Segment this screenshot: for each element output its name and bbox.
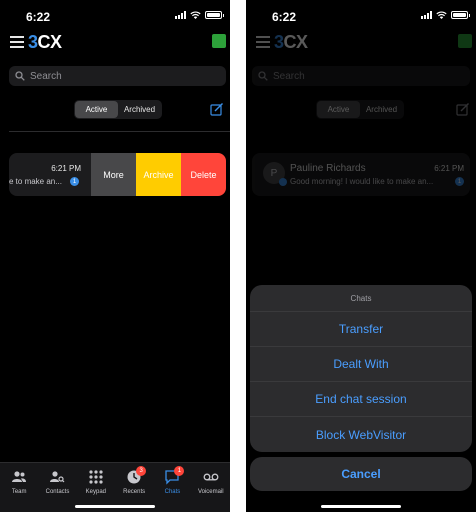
webvisitor-badge-icon <box>279 178 287 186</box>
search-bar[interactable] <box>9 66 226 86</box>
swiped-chat-row[interactable]: 6:21 PM e to make an... 1 More Archive D… <box>9 153 226 196</box>
logo-three: 3 <box>274 32 284 52</box>
tab-label: Keypad <box>85 489 106 495</box>
compose-icon[interactable] <box>456 102 470 116</box>
presence-status[interactable] <box>458 34 472 48</box>
home-indicator <box>75 505 155 508</box>
unread-badge: 1 <box>455 177 464 186</box>
end-chat-session-option[interactable]: End chat session <box>250 382 472 417</box>
block-webvisitor-option[interactable]: Block WebVisitor <box>250 417 472 452</box>
divider <box>9 131 230 132</box>
app-logo: 3CX <box>274 32 308 53</box>
action-sheet: Chats Transfer Dealt With End chat sessi… <box>250 285 472 452</box>
wifi-icon <box>190 11 201 19</box>
unread-badge: 1 <box>70 177 79 186</box>
app-logo: 3CX <box>28 32 62 53</box>
search-icon <box>15 71 25 81</box>
search-bar[interactable] <box>252 66 470 86</box>
dealt-with-option[interactable]: Dealt With <box>250 347 472 382</box>
tab-archived[interactable]: Archived <box>360 101 403 118</box>
home-indicator <box>321 505 401 508</box>
menu-icon[interactable] <box>10 36 24 48</box>
contacts-icon <box>50 471 65 483</box>
status-icons <box>421 11 470 19</box>
cellular-signal-icon <box>175 11 186 19</box>
team-icon <box>12 471 27 482</box>
tab-voicemail[interactable]: Voicemail <box>192 463 230 512</box>
chat-contact-name: Pauline Richards <box>290 163 366 174</box>
wifi-icon <box>436 11 447 19</box>
tab-contacts[interactable]: Contacts <box>38 463 76 512</box>
chat-row-content[interactable]: 6:21 PM e to make an... 1 <box>9 153 91 196</box>
tab-label: Team <box>11 489 27 495</box>
chat-preview: Good morning! I would like to make an... <box>290 177 434 186</box>
chat-filter-segmented: Active Archived <box>74 100 162 119</box>
search-input[interactable] <box>273 70 423 82</box>
voicemail-icon <box>203 473 219 481</box>
presence-status[interactable] <box>212 34 226 48</box>
recents-badge: 3 <box>136 466 147 476</box>
chats-badge: 1 <box>174 466 185 476</box>
status-time: 6:22 <box>26 10 51 24</box>
battery-icon <box>205 11 224 19</box>
logo-three: 3 <box>28 32 38 52</box>
app-header: 3CX <box>0 30 230 58</box>
tab-team[interactable]: Team <box>0 463 38 512</box>
compose-icon[interactable] <box>210 102 224 116</box>
tab-label: Voicemail <box>197 489 224 495</box>
search-icon <box>258 71 268 81</box>
tab-active[interactable]: Active <box>75 101 118 118</box>
logo-cx: CX <box>37 32 63 52</box>
cancel-button[interactable]: Cancel <box>250 457 472 491</box>
chat-time: 6:21 PM <box>51 164 81 173</box>
archive-button[interactable]: Archive <box>136 153 181 196</box>
status-time: 6:22 <box>272 10 297 24</box>
tab-archived[interactable]: Archived <box>118 101 161 118</box>
more-button[interactable]: More <box>91 153 136 196</box>
delete-button[interactable]: Delete <box>181 153 226 196</box>
left-screen: 6:22 3CX Active Archived 6:21 PM e to ma… <box>0 0 230 512</box>
status-bar: 6:22 <box>246 0 476 30</box>
sheet-title: Chats <box>250 285 472 312</box>
app-header: 3CX <box>246 30 476 58</box>
cellular-signal-icon <box>421 11 432 19</box>
right-screen: 6:22 3CX Active Archived P Pauline Richa… <box>246 0 476 512</box>
status-icons <box>175 11 224 19</box>
tab-label: Chats <box>164 489 181 495</box>
status-bar: 6:22 <box>0 0 230 30</box>
transfer-option[interactable]: Transfer <box>250 312 472 347</box>
keypad-icon <box>89 470 103 484</box>
chat-row[interactable]: P Pauline Richards 6:21 PM Good morning!… <box>252 153 470 196</box>
logo-cx: CX <box>283 32 309 52</box>
chat-filter-segmented: Active Archived <box>316 100 404 119</box>
search-input[interactable] <box>30 70 180 82</box>
menu-icon[interactable] <box>256 36 270 48</box>
tab-active[interactable]: Active <box>317 101 360 118</box>
chat-time: 6:21 PM <box>434 164 464 173</box>
tab-label: Contacts <box>45 489 70 495</box>
tab-label: Recents <box>123 489 146 495</box>
battery-icon <box>451 11 470 19</box>
chat-preview: e to make an... <box>9 177 62 186</box>
tab-chats[interactable]: 1 Chats <box>153 463 191 512</box>
